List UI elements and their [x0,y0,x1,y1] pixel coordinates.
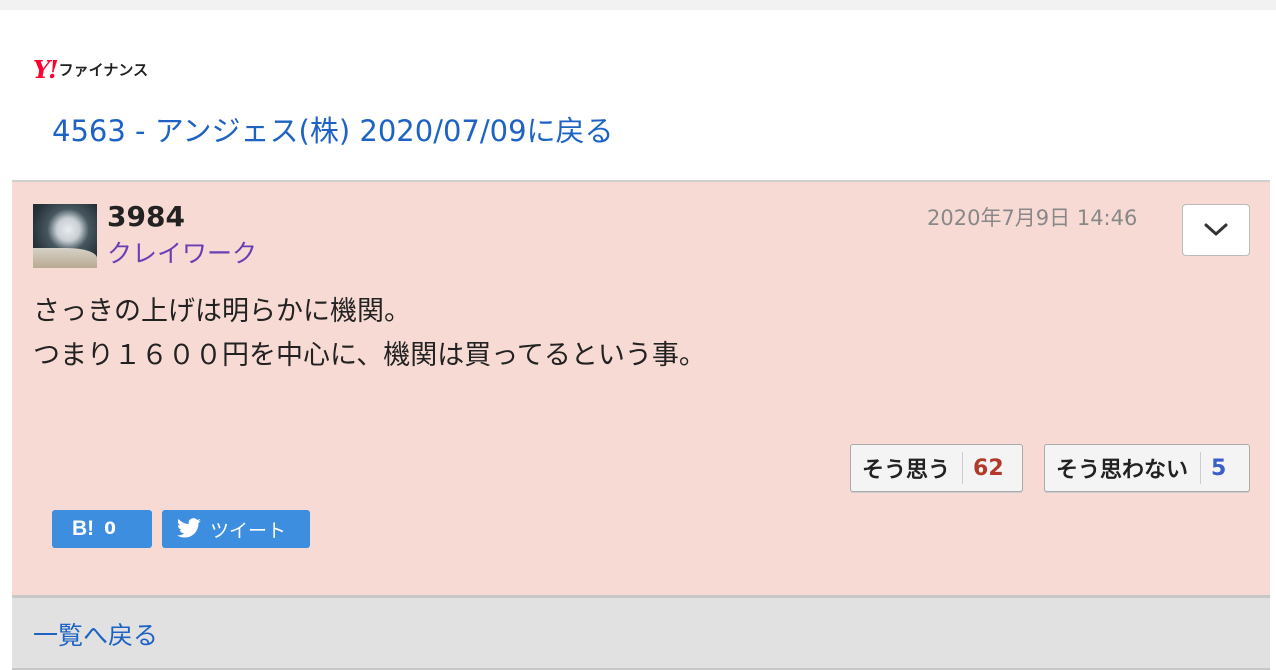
disagree-label: そう思わない [1056,458,1189,483]
tweet-label: ツイート [210,519,287,542]
tweet-button[interactable]: ツイート [162,510,310,548]
agree-count: 62 [973,455,1004,481]
disagree-button[interactable]: そう思わない 5 [1044,444,1250,492]
post-line: さっきの上げは明らかに機関。 [33,296,411,327]
post-line: つまり１６００円を中心に、機関は買ってるという事。 [33,340,706,371]
hatena-count: 0 [104,519,117,539]
hatena-bookmark-button[interactable]: B! 0 [52,510,152,548]
disagree-count: 5 [1211,455,1227,481]
back-to-list-link[interactable]: 一覧へ戻る [33,616,158,652]
back-to-stock-link[interactable]: 4563 - アンジェス(株) 2020/07/09に戻る [52,108,614,150]
logo-y: Y! [33,54,59,84]
twitter-bird-icon [177,518,201,538]
avatar[interactable] [33,204,97,268]
avatar-rock-shape [33,248,97,268]
logo-text: ファイナンス [58,60,149,79]
footer-bar: 一覧へ戻る [12,595,1270,670]
yahoo-finance-logo[interactable]: Y! ファイナンス [33,54,149,84]
post-timestamp: 2020年7月9日 14:46 [927,206,1138,230]
post-body: さっきの上げは明らかに機関。 つまり１６００円を中心に、機関は買ってるという事。 [33,290,1233,378]
agree-button[interactable]: そう思う 62 [850,444,1023,492]
post-menu-button[interactable] [1182,204,1250,256]
top-strip [0,0,1276,10]
agree-label: そう思う [862,458,951,483]
nickname[interactable]: クレイワーク [107,234,257,270]
post-card: 3984 クレイワーク 2020年7月9日 14:46 さっきの上げは明らかに機… [12,180,1270,595]
hatena-icon: B! [72,517,95,540]
chevron-down-icon [1204,223,1228,236]
username[interactable]: 3984 [107,200,185,233]
